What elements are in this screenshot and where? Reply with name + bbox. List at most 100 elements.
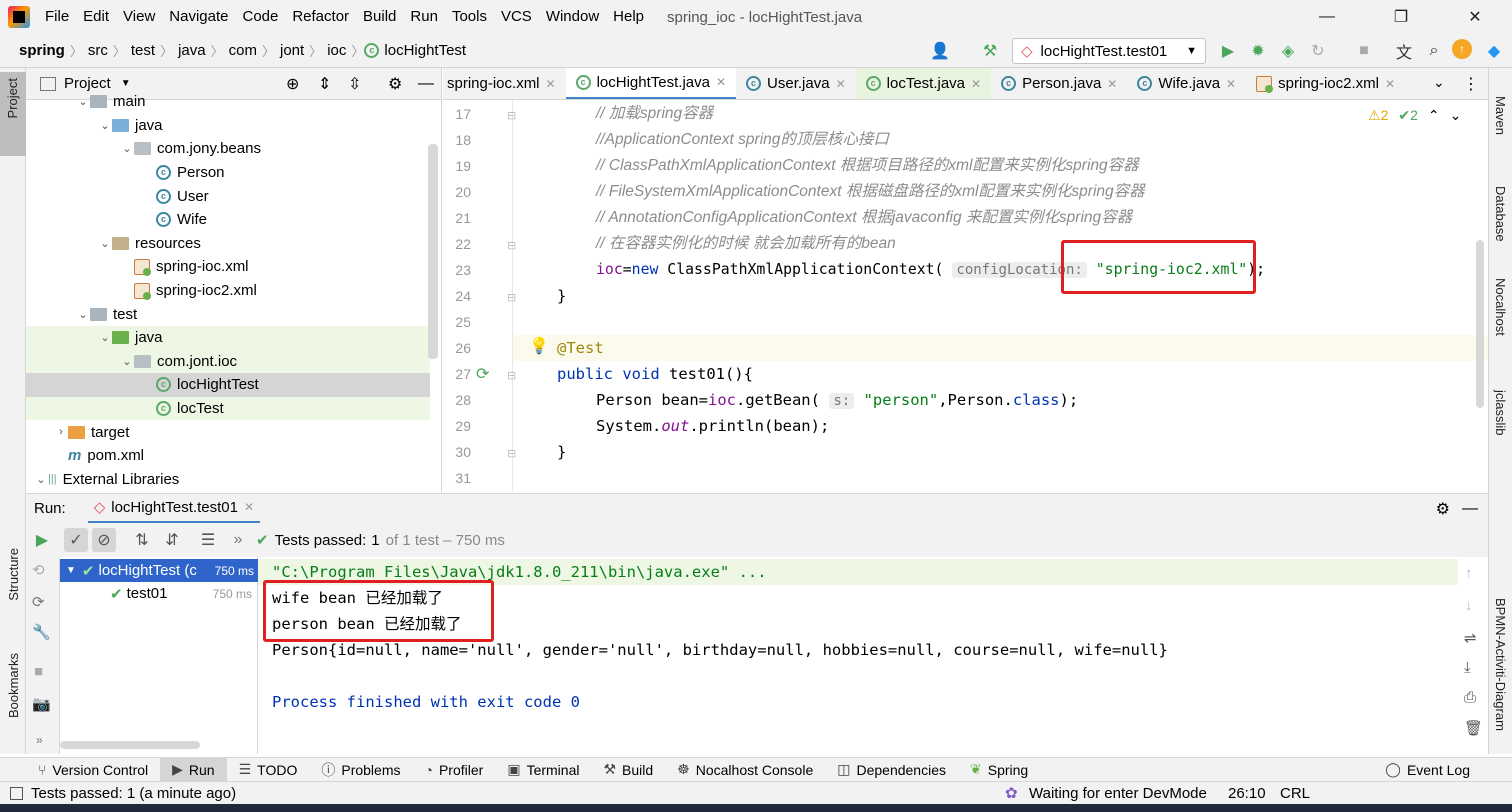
build-hammer-icon[interactable]: ⚒ [978, 39, 1002, 63]
test-tree-row[interactable]: ✔ test01 750 ms [60, 582, 258, 605]
close-tab-icon[interactable]: ✕ [971, 77, 981, 91]
tree-item-test[interactable]: ⌄ test [26, 302, 430, 326]
stop-icon[interactable]: ■ [1352, 39, 1376, 63]
tab-event-log[interactable]: ◯ Event Log [1373, 758, 1482, 782]
tab-problems[interactable]: ⓘ Problems [309, 758, 412, 782]
breadcrumb-item[interactable]: ioc [322, 42, 351, 59]
chevron-down-icon[interactable]: ⌄ [98, 237, 112, 250]
fold-icon[interactable]: ⊟ [507, 239, 516, 252]
search-icon[interactable]: ⌕ [1422, 39, 1446, 63]
gear-icon[interactable]: ⚙ [1436, 499, 1450, 519]
print-icon[interactable]: ⎙ [1464, 689, 1476, 706]
nocalhost-tool-label[interactable]: Nocalhost [1493, 278, 1508, 336]
fold-icon[interactable]: ⊟ [507, 447, 516, 460]
tree-item-com-jony-beans[interactable]: ⌄ com.jony.beans [26, 137, 430, 161]
structure-tool-label[interactable]: Structure [6, 548, 21, 601]
maven-tool-label[interactable]: Maven [1493, 96, 1508, 135]
stop-icon[interactable]: ■ [34, 663, 43, 680]
tab-lochighttest-java[interactable]: c locHightTest.java ✕ [565, 68, 737, 99]
tree-item-java[interactable]: ⌄ java [26, 114, 430, 138]
tree-item-external-libraries[interactable]: ⌄ ||| External Libraries [26, 468, 430, 492]
tab-user-java[interactable]: c User.java ✕ [736, 68, 856, 99]
scroll-to-end-icon[interactable]: ⤓ [1464, 659, 1471, 676]
hide-icon[interactable]: — [1462, 500, 1478, 518]
maximize-icon[interactable]: ❐ [1364, 0, 1438, 34]
breadcrumb-item[interactable]: java [173, 42, 211, 59]
tab-build[interactable]: ⚒ Build [591, 758, 665, 782]
bookmarks-tool-label[interactable]: Bookmarks [6, 653, 21, 718]
tab-nocalhost-console[interactable]: ☸ Nocalhost Console [665, 758, 825, 782]
tab-todo[interactable]: ☰ TODO [227, 758, 310, 782]
tree-item-resources[interactable]: ⌄ resources [26, 232, 430, 256]
tab-spring-ioc-xml[interactable]: spring-ioc.xml ✕ [443, 68, 566, 99]
cursor-position[interactable]: 26:10 [1228, 785, 1266, 802]
chevron-down-icon[interactable]: ▼ [66, 565, 76, 576]
close-tab-icon[interactable]: ✕ [836, 77, 846, 91]
menu-code[interactable]: Code [235, 0, 285, 34]
jclasslib-tool-label[interactable]: jclasslib [1493, 390, 1508, 436]
fold-icon[interactable]: ⊟ [507, 109, 516, 122]
run-tab[interactable]: ◇ locHightTest.test01 ✕ [87, 494, 261, 524]
lightbulb-icon[interactable]: 💡 [529, 336, 549, 356]
menu-file[interactable]: File [38, 0, 76, 34]
show-ignored-icon[interactable]: ⊘ [92, 528, 116, 552]
more-icon[interactable]: » [226, 528, 250, 552]
run-test-gutter-icon[interactable]: ⟳ [476, 364, 489, 384]
sort-duration-icon[interactable]: ⇵ [160, 528, 184, 552]
chevron-down-icon[interactable]: ⌄ [76, 308, 90, 321]
menu-refactor[interactable]: Refactor [285, 0, 356, 34]
chevron-down-icon[interactable]: ⌄ [120, 355, 134, 368]
fold-icon[interactable]: ⊟ [507, 291, 516, 304]
chevron-down-icon[interactable]: ⌄ [1450, 107, 1462, 124]
menu-navigate[interactable]: Navigate [162, 0, 235, 34]
close-tab-icon[interactable]: ✕ [1226, 77, 1236, 91]
chevron-down-icon[interactable]: ⌄ [76, 95, 90, 108]
inspection-widget[interactable]: ⚠2 ✔2 ⌃ ⌄ [1368, 107, 1461, 124]
tree-item-java[interactable]: ⌄ java [26, 326, 430, 350]
chevron-down-icon[interactable]: ⌄ [34, 473, 48, 486]
chevron-right-icon[interactable]: › [54, 426, 68, 438]
trash-icon[interactable]: 🗑 [1464, 719, 1483, 737]
menu-window[interactable]: Window [539, 0, 606, 34]
breadcrumb-item[interactable]: src [83, 42, 113, 59]
arrow-up-icon[interactable]: ↑ [1465, 565, 1473, 582]
tree-item-user[interactable]: c User [26, 184, 430, 208]
breadcrumb-item[interactable]: test [126, 42, 160, 59]
update-icon[interactable]: ↑ [1452, 39, 1472, 59]
menu-vcs[interactable]: VCS [494, 0, 539, 34]
tab-run[interactable]: ▶ Run [160, 757, 227, 782]
minimize-icon[interactable]: — [1290, 0, 1364, 34]
tree-item-spring-ioc-xml[interactable]: spring-ioc.xml [26, 255, 430, 279]
rerun-failed-icon[interactable]: ⟲ [32, 561, 45, 579]
tab-terminal[interactable]: ▣ Terminal [495, 758, 591, 782]
test-tree-row[interactable]: ▼ ✔ locHightTest (c 750 ms [60, 559, 258, 582]
breadcrumb-item[interactable]: com [224, 42, 262, 59]
breadcrumb-item[interactable]: locHightTest [379, 42, 471, 59]
expand-all-icon[interactable]: ☰ [196, 528, 220, 552]
close-tab-icon[interactable]: ✕ [546, 77, 556, 91]
soft-wrap-icon[interactable]: ⇌ [1464, 629, 1477, 647]
menu-help[interactable]: Help [606, 0, 651, 34]
test-tree-scrollbar[interactable] [60, 741, 200, 749]
menu-build[interactable]: Build [356, 0, 403, 34]
breadcrumb-item[interactable]: spring [14, 42, 70, 59]
tree-item-wife[interactable]: c Wife [26, 208, 430, 232]
coverage-icon[interactable]: ◈ [1276, 39, 1300, 63]
menu-run[interactable]: Run [403, 0, 445, 34]
tree-item-spring-ioc2-xml[interactable]: spring-ioc2.xml [26, 279, 430, 303]
tab-dependencies[interactable]: ◫ Dependencies [825, 758, 958, 782]
project-tool-button[interactable]: Project [0, 72, 26, 156]
tree-item-lochighttest[interactable]: c locHightTest [26, 373, 430, 397]
tab-spring-ioc2-xml[interactable]: spring-ioc2.xml ✕ [1246, 68, 1405, 99]
close-tab-icon[interactable]: ✕ [716, 75, 726, 89]
tab-spring[interactable]: ❦ Spring [958, 758, 1040, 782]
menu-tools[interactable]: Tools [445, 0, 494, 34]
tree-item-com-jont-ioc[interactable]: ⌄ com.jont.ioc [26, 349, 430, 374]
tree-item-loctest[interactable]: c locTest [26, 396, 430, 421]
tab-person-java[interactable]: c Person.java ✕ [991, 68, 1127, 99]
show-passed-icon[interactable]: ✓ [64, 528, 88, 552]
close-icon[interactable]: ✕ [1438, 0, 1512, 34]
translate-icon[interactable]: 文 [1392, 39, 1416, 63]
database-tool-label[interactable]: Database [1493, 186, 1508, 242]
rerun-icon[interactable]: ▶ [30, 528, 54, 552]
